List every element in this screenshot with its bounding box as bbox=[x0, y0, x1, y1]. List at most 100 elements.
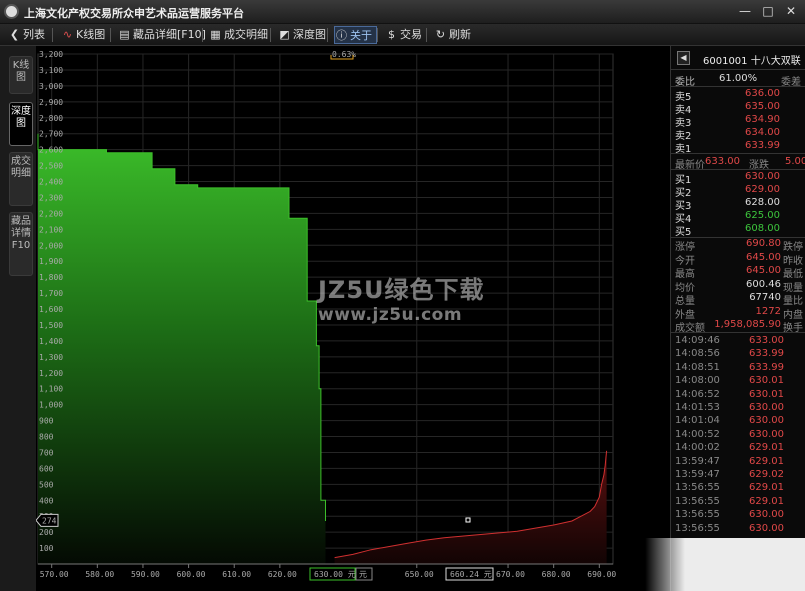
tick-time: 14:00:02 bbox=[675, 442, 720, 454]
kline-button[interactable]: ∿ K线图 bbox=[61, 26, 105, 44]
depth-label: 深度图 bbox=[293, 28, 326, 41]
watermark: JZ5U绿色下载 www.jz5u.com bbox=[318, 270, 485, 325]
cursor-point-marker bbox=[465, 517, 471, 523]
ask-price: 634.90 bbox=[745, 114, 780, 125]
stat-value: 1272 bbox=[755, 305, 781, 317]
tick-time: 13:56:55 bbox=[675, 495, 720, 507]
tick-price: 630.01 bbox=[749, 375, 784, 387]
collapse-panel-button[interactable]: ◀ bbox=[677, 51, 690, 65]
about-button[interactable]: ⓘ 关于 bbox=[334, 26, 377, 44]
stock-name: 6001001 十八大双联 bbox=[703, 56, 801, 67]
toolbar: ❮ 列表 ∿ K线图 ▤ 藏品详细[F10] ▦ 成交明细 ◩ 深度图 ⓘ 关于… bbox=[0, 24, 805, 46]
y-tick-label: 1,500 bbox=[39, 321, 63, 330]
ask-row: 卖1 633.99 bbox=[671, 140, 805, 155]
trade-button[interactable]: $ 交易 bbox=[385, 26, 422, 44]
tick-price: 630.01 bbox=[749, 388, 784, 400]
separator bbox=[327, 28, 328, 42]
separator bbox=[110, 28, 111, 42]
about-label: 关于 bbox=[350, 29, 372, 42]
tab-depth[interactable]: 深度图 bbox=[9, 102, 33, 146]
maximize-button[interactable]: □ bbox=[758, 3, 778, 20]
x-tick-label: 580.00 bbox=[85, 570, 114, 579]
tick-price: 630.00 bbox=[749, 522, 784, 534]
bid-label: 买5 bbox=[675, 227, 692, 238]
depth-chart-button[interactable]: ◩ 深度图 bbox=[278, 26, 326, 44]
ask-price: 635.00 bbox=[745, 101, 780, 112]
bid-price: 625.00 bbox=[745, 210, 780, 221]
y-tick-label: 2,700 bbox=[39, 130, 63, 139]
x-tick-label: 570.00 bbox=[40, 570, 69, 579]
chevron-left-icon: ❮ bbox=[9, 28, 20, 41]
stat-row: 最高 645.00 最低 bbox=[671, 265, 805, 280]
currency-icon: $ bbox=[388, 28, 395, 41]
tab-trades[interactable]: 成交明细 bbox=[9, 152, 33, 206]
stat-row: 总量 67740 量比 bbox=[671, 292, 805, 307]
trades-label: 成交明细 bbox=[224, 28, 268, 41]
tick-time: 14:01:53 bbox=[675, 402, 720, 413]
bid-row: 买4 625.00 bbox=[671, 210, 805, 225]
stat-row: 成交额 1,958,085.90 换手 bbox=[671, 319, 805, 334]
tick-time: 13:59:47 bbox=[675, 455, 720, 467]
bid-price: 629.00 bbox=[745, 184, 780, 195]
x-marker-green-value: 630.00 元 bbox=[314, 570, 356, 579]
quote-panel: ◀ 6001001 十八大双联 委比 61.00% 委差 卖5 636.00 卖4 6… bbox=[670, 46, 805, 591]
tick-price: 630.00 bbox=[749, 402, 784, 413]
x-tick-label: 620.00 bbox=[268, 570, 297, 579]
bid-price: 628.00 bbox=[745, 197, 780, 208]
tick-price: 629.01 bbox=[749, 455, 784, 467]
tick-row: 14:08:56 633.99 bbox=[671, 348, 805, 361]
last-price-row: 最新价 633.00 涨跌 5.00 bbox=[671, 156, 805, 171]
back-to-list-button[interactable]: ❮ 列表 bbox=[8, 26, 45, 44]
info-icon: ⓘ bbox=[336, 29, 347, 42]
quote-header: ◀ 6001001 十八大双联 bbox=[671, 46, 805, 70]
tick-price: 633.99 bbox=[749, 361, 784, 373]
kline-label: K线图 bbox=[76, 28, 106, 41]
change-value: 5.00 bbox=[785, 156, 805, 167]
tick-time: 14:08:51 bbox=[675, 361, 720, 373]
x-tick-label: 600.00 bbox=[177, 570, 206, 579]
kline-chart-icon: ∿ bbox=[62, 28, 73, 41]
tick-row: 13:56:55 629.01 bbox=[671, 496, 805, 509]
tick-time: 13:56:55 bbox=[675, 482, 720, 494]
tab-collection-detail[interactable]: 藏品详情F10 bbox=[9, 212, 33, 276]
ask-price: 636.00 bbox=[745, 88, 780, 99]
ask-price: 634.00 bbox=[745, 127, 780, 138]
list-icon: ▦ bbox=[210, 28, 221, 41]
ask-row: 卖3 634.90 bbox=[671, 114, 805, 129]
separator bbox=[202, 28, 203, 42]
collection-detail-button[interactable]: ▤ 藏品详细[F10] bbox=[118, 26, 206, 44]
y-tick-label: 2,500 bbox=[39, 162, 63, 171]
y-tick-label: 3,000 bbox=[39, 82, 63, 91]
trades-detail-button[interactable]: ▦ 成交明细 bbox=[209, 26, 268, 44]
tick-time: 14:00:52 bbox=[675, 428, 720, 440]
refresh-icon: ↻ bbox=[435, 28, 446, 41]
refresh-button[interactable]: ↻ 刷新 bbox=[434, 26, 471, 44]
tab-kline[interactable]: K线图 bbox=[9, 56, 33, 94]
minimize-button[interactable]: — bbox=[735, 3, 755, 20]
y-tick-label: 400 bbox=[39, 496, 54, 505]
tick-row: 14:01:04 630.00 bbox=[671, 415, 805, 428]
tick-row: 14:06:52 630.01 bbox=[671, 389, 805, 402]
top-percent-badge: 0.63% bbox=[330, 50, 356, 60]
bid-row: 买5 608.00 bbox=[671, 223, 805, 238]
tick-time: 14:08:56 bbox=[675, 348, 720, 360]
y-tick-label: 3,200 bbox=[39, 50, 63, 59]
tick-price: 630.00 bbox=[749, 428, 784, 440]
close-button[interactable]: ✕ bbox=[781, 3, 801, 20]
corner-overlay bbox=[645, 538, 805, 591]
bid-price: 630.00 bbox=[745, 171, 780, 182]
tick-row: 14:08:00 630.01 bbox=[671, 375, 805, 388]
tick-price: 629.01 bbox=[749, 482, 784, 494]
stat-value: 600.46 bbox=[746, 278, 781, 290]
stat-row: 均价 600.46 现量 bbox=[671, 278, 805, 294]
stat-value: 645.00 bbox=[746, 265, 781, 276]
bid-depth-area bbox=[38, 133, 326, 564]
tick-time: 13:59:47 bbox=[675, 469, 720, 480]
tick-time: 14:01:04 bbox=[675, 415, 720, 427]
x-tick-label: 680.00 bbox=[542, 570, 571, 579]
y-tick-label: 2,800 bbox=[39, 114, 63, 123]
order-ratio-row: 委比 61.00% 委差 bbox=[671, 73, 805, 88]
x-marker-green-badge: 630.00 元 bbox=[309, 567, 356, 581]
x-tick-label: 650.00 bbox=[405, 570, 434, 579]
y-tick-label: 1,300 bbox=[39, 353, 63, 362]
